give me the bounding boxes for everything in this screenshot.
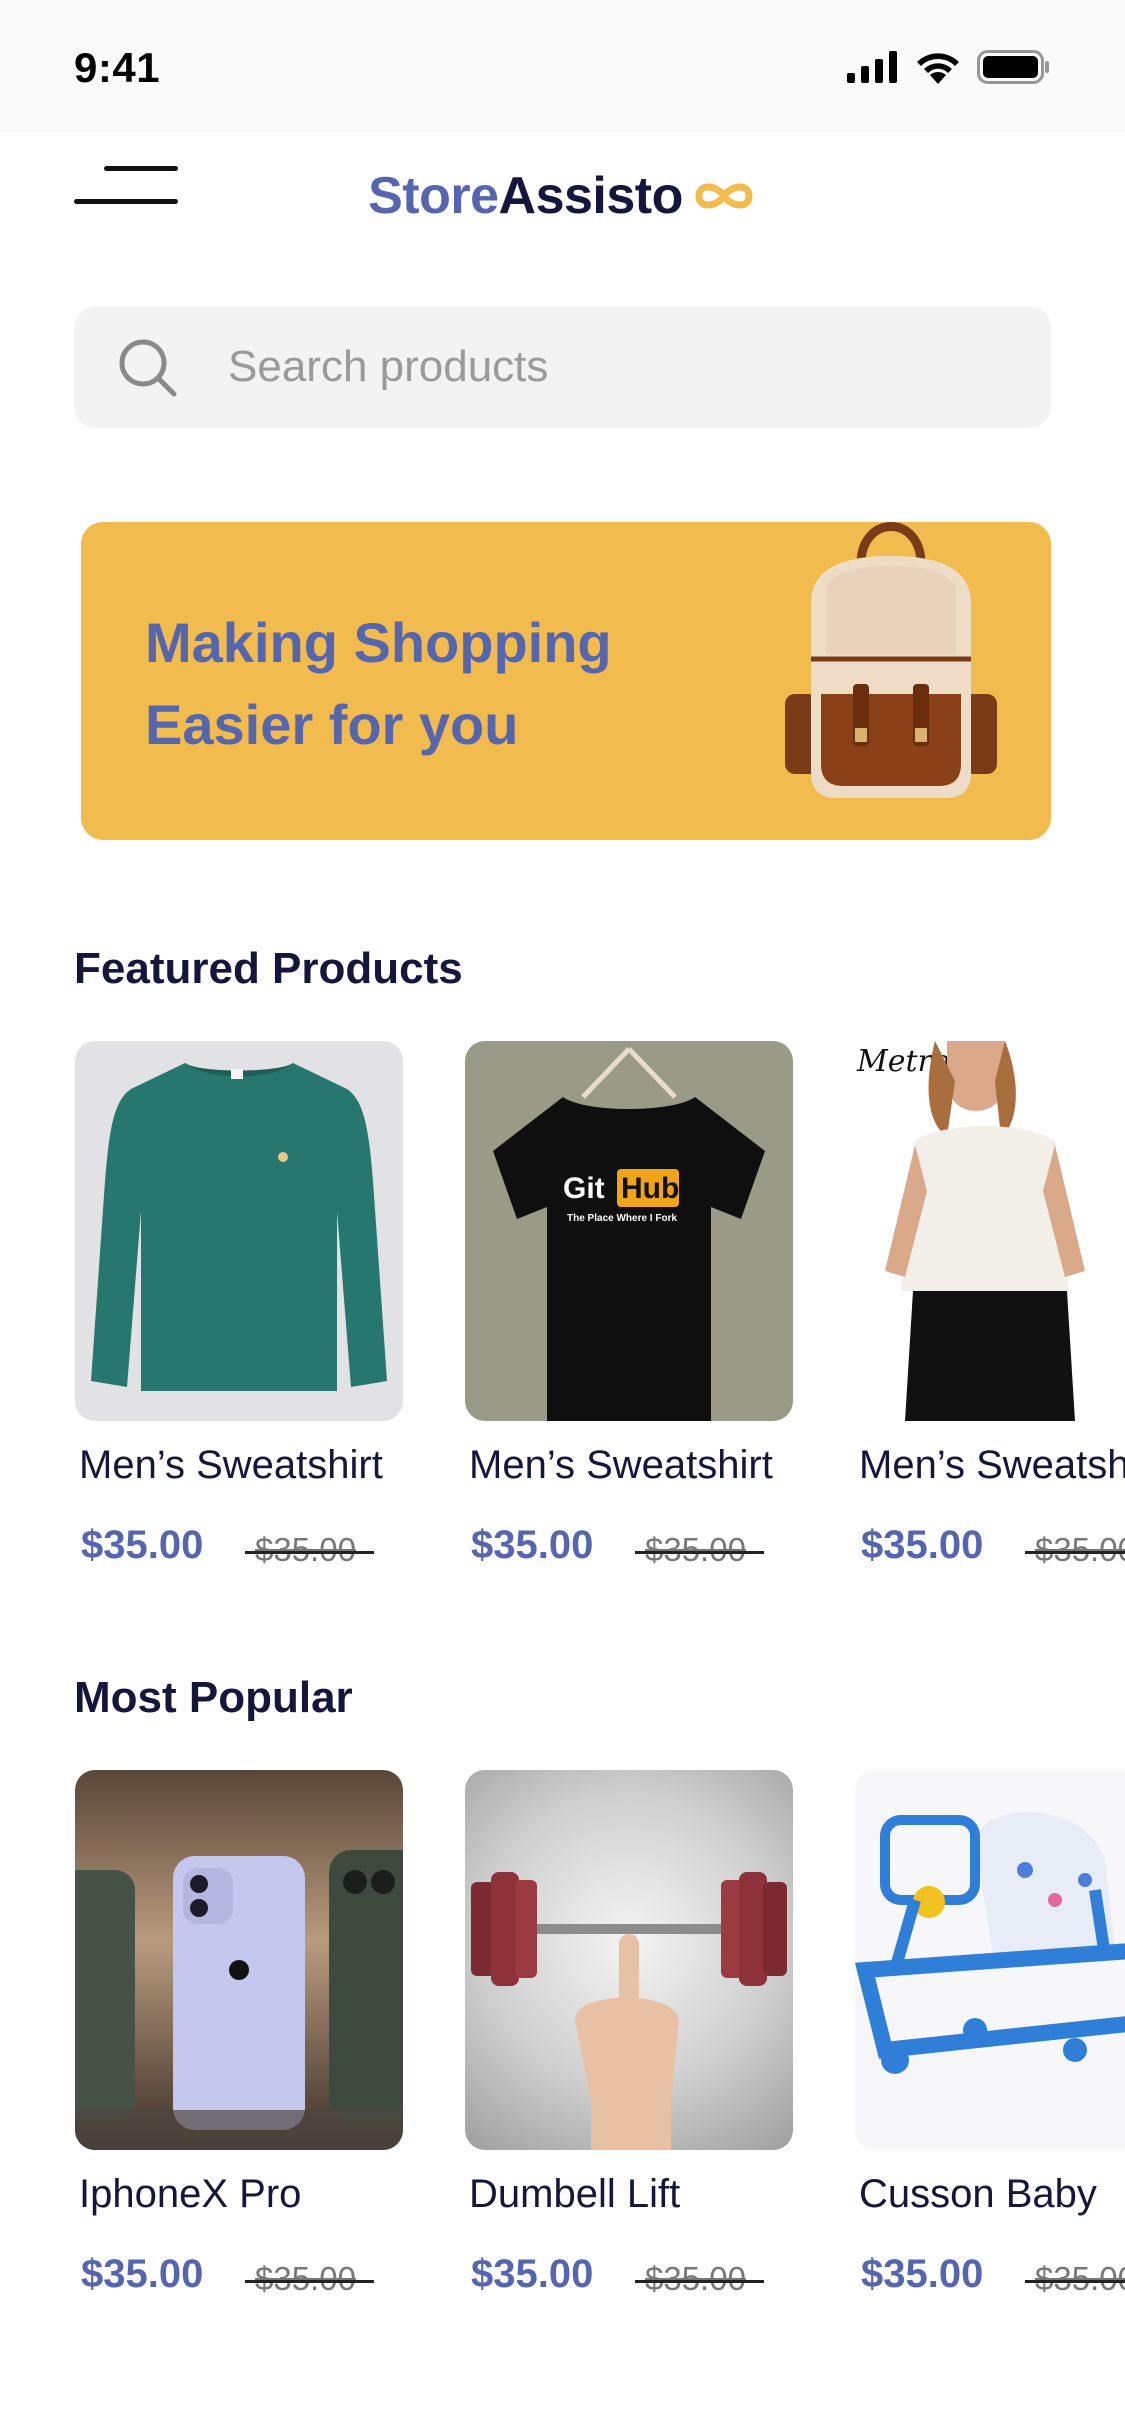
wifi-icon	[917, 53, 959, 84]
product-price: $35.00	[81, 1523, 204, 1567]
search-bar[interactable]	[74, 306, 1051, 428]
featured-products-row: Men’s Sweatshirt $35.00 $35.00 Git Hub T…	[0, 1041, 1125, 1601]
product-name: Men’s Sweatshirt	[859, 1443, 1125, 1487]
product-name: Cusson Baby	[859, 2172, 1097, 2216]
product-old-price: $35.00	[1025, 2260, 1125, 2298]
product-old-price: $35.00	[245, 1531, 374, 1568]
popular-products-row: IphoneX Pro $35.00 $35.00 Dumbell Lift $…	[0, 1770, 1125, 2330]
svg-text:Hub: Hub	[621, 1172, 679, 1205]
battery-icon	[977, 50, 1049, 84]
infinity-logo-icon	[695, 183, 753, 209]
product-price: $35.00	[471, 2252, 594, 2296]
svg-text:The Place Where I Fork: The Place Where I Fork	[567, 1213, 677, 1224]
product-name: Men’s Sweatshirt	[469, 1443, 773, 1487]
search-input[interactable]	[228, 332, 1008, 402]
popular-section-title: Most Popular	[74, 1673, 353, 1722]
product-image-dumbbell	[465, 1770, 793, 2150]
product-name: Men’s Sweatshirt	[79, 1443, 383, 1487]
status-icons	[847, 50, 1051, 84]
featured-section-title: Featured Products	[74, 944, 463, 993]
product-image-tshirt: Git Hub The Place Where I Fork	[465, 1041, 793, 1421]
product-old-price: $35.00	[635, 2260, 764, 2297]
app-screen: 9:41 Store Assisto Search products Makin…	[0, 0, 1125, 2436]
product-name: IphoneX Pro	[79, 2172, 302, 2216]
product-name: Dumbell Lift	[469, 2172, 681, 2216]
product-price: $35.00	[471, 1523, 594, 1567]
product-image-sweatshirt	[75, 1041, 403, 1421]
product-old-price: $35.00	[635, 1531, 764, 1568]
app-logo: Store Assisto	[0, 166, 1125, 226]
product-price: $35.00	[861, 1523, 984, 1567]
product-image-iphone	[75, 1770, 403, 2150]
product-price: $35.00	[861, 2252, 984, 2296]
status-time: 9:41	[74, 44, 161, 91]
logo-assisto-text: Assisto	[498, 167, 684, 225]
cellular-signal-icon	[847, 51, 897, 83]
svg-text:Git: Git	[563, 1172, 605, 1205]
banner-title: Making Shopping Easier for you	[145, 602, 685, 766]
promo-banner[interactable]: Making Shopping Easier for you	[81, 522, 1051, 840]
logo-store-text: Store	[368, 167, 499, 225]
search-icon	[119, 339, 177, 397]
product-old-price: $35.00	[1025, 1531, 1125, 1569]
product-image-baby-walker	[855, 1770, 1125, 2150]
banner-line-2: Easier for you	[145, 693, 519, 756]
status-bar: 9:41	[0, 0, 1125, 132]
product-old-price: $35.00	[245, 2260, 374, 2297]
backpack-image	[785, 522, 997, 798]
product-price: $35.00	[81, 2252, 204, 2296]
product-image-blouse: Metro	[855, 1041, 1125, 1421]
banner-line-1: Making Shopping	[145, 611, 612, 674]
